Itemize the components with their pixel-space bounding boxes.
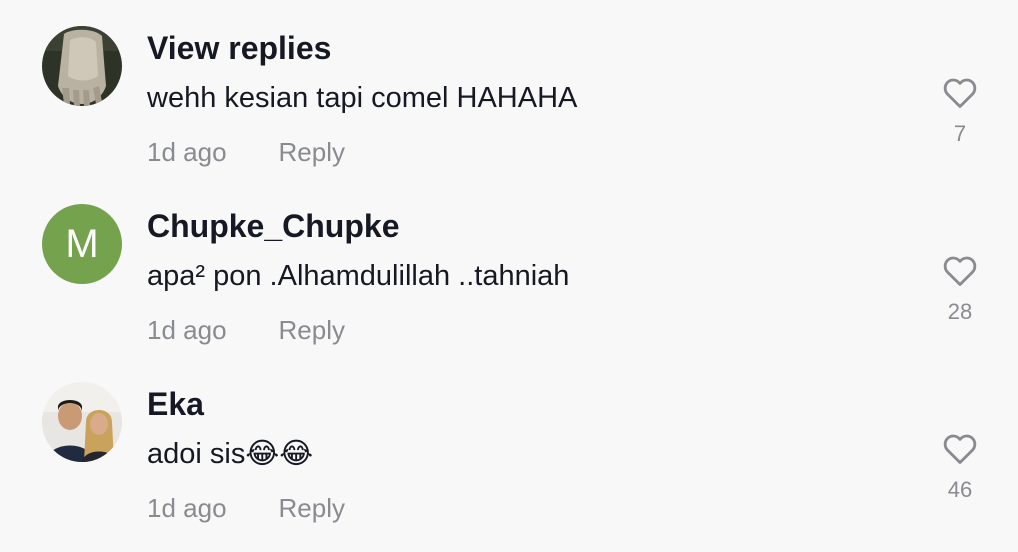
avatar[interactable]: M (42, 204, 122, 284)
comment-username[interactable]: Chupke_Chupke (147, 204, 399, 248)
comment-text: adoi sis😂😂 (147, 438, 314, 470)
comment-timestamp: 1d ago (147, 315, 227, 345)
like-control: 7 (935, 74, 985, 148)
comment-meta: 1d ago Reply (147, 490, 345, 526)
couple-photo-avatar-icon (42, 382, 122, 462)
heart-outline-icon[interactable] (941, 74, 979, 112)
avatar-letter: M (65, 222, 99, 266)
like-control: 46 (935, 430, 985, 504)
comment-meta: 1d ago Reply (147, 134, 345, 170)
like-control: 28 (935, 252, 985, 326)
comment-timestamp: 1d ago (147, 493, 227, 523)
comment-username[interactable]: Eka (147, 382, 204, 426)
reply-button[interactable]: Reply (279, 493, 345, 523)
avatar[interactable] (42, 382, 122, 462)
like-count: 7 (953, 121, 967, 146)
reply-button[interactable]: Reply (279, 137, 345, 167)
comment-username[interactable]: View replies (147, 26, 331, 70)
comment-text: wehh kesian tapi comel HAHAHA (147, 82, 578, 114)
hand-photo-avatar-icon (42, 26, 122, 106)
like-count: 46 (947, 477, 973, 502)
reply-button[interactable]: Reply (279, 315, 345, 345)
comment-timestamp: 1d ago (147, 137, 227, 167)
avatar[interactable] (42, 26, 122, 106)
heart-outline-icon[interactable] (941, 430, 979, 468)
comment-text: apa² pon .Alhamdulillah ..tahniah (147, 260, 570, 292)
comment-item: View replies wehh kesian tapi comel HAHA… (0, 0, 1018, 178)
comment-item: M Chupke_Chupke apa² pon .Alhamdulillah … (0, 178, 1018, 356)
like-count: 28 (947, 299, 973, 324)
comment-item: Eka adoi sis😂😂 1d ago Reply 46 (0, 356, 1018, 534)
heart-outline-icon[interactable] (941, 252, 979, 290)
comment-meta: 1d ago Reply (147, 312, 345, 348)
